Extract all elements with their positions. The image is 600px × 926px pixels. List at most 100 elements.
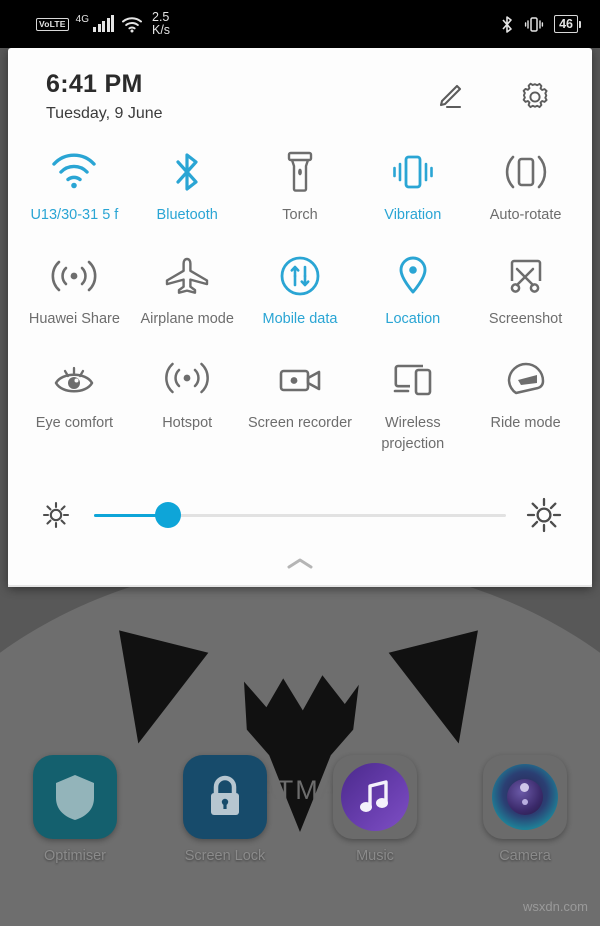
dock-app-camera[interactable]: Camera [450, 755, 600, 885]
optimiser-icon-tile[interactable] [33, 755, 117, 839]
tile-vibration[interactable]: Vibration [356, 143, 469, 247]
tile-auto-rotate[interactable]: Auto-rotate [469, 143, 582, 247]
airplane-icon-wrap [159, 253, 215, 299]
shield-icon [56, 775, 94, 820]
wifi-icon-wrap [46, 149, 102, 195]
screenshot-icon [510, 259, 541, 293]
camera-highlight-dot [520, 783, 529, 792]
panel-expand-handle[interactable] [8, 543, 592, 585]
hotspot-icon-wrap [159, 357, 215, 403]
brightness-high-button[interactable] [522, 497, 566, 533]
settings-button[interactable] [518, 80, 552, 114]
brightness-low-button[interactable] [34, 500, 78, 530]
panel-header-actions [432, 80, 552, 114]
bluetooth-icon [502, 15, 512, 33]
tile-label-wifi: U13/30-31 5 f [30, 207, 119, 223]
tile-wireless-projection[interactable]: Wireless projection [356, 351, 469, 471]
mobile-data-icon-wrap [272, 253, 328, 299]
dock-label-optimiser: Optimiser [43, 848, 107, 864]
torch-icon-wrap [272, 149, 328, 195]
dock-label-screen-lock: Screen Lock [184, 848, 266, 864]
tile-label-huawei-share: Huawei Share [28, 311, 120, 327]
bluetooth-icon [176, 153, 198, 191]
watermark: wsxdn.com [522, 899, 588, 914]
quick-settings-panel: 6:41 PM Tuesday, 9 June U13/30-31 5 f Bl… [8, 48, 592, 587]
tile-screenshot[interactable]: Screenshot [469, 247, 582, 351]
wireless-projection-icon [393, 364, 432, 396]
ride-mode-icon [507, 362, 544, 395]
tile-label-torch: Torch [282, 207, 318, 223]
tile-airplane-mode[interactable]: Airplane mode [131, 247, 244, 351]
torch-icon [287, 151, 313, 192]
dock-app-screen-lock[interactable]: Screen Lock [150, 755, 300, 885]
quick-tiles: U13/30-31 5 f Bluetooth Torch Vibration … [8, 127, 592, 471]
vibration-icon-wrap [385, 149, 441, 195]
tile-huawei-share[interactable]: Huawei Share [18, 247, 131, 351]
camera-icon-tile[interactable] [483, 755, 567, 839]
brightness-slider[interactable] [94, 502, 506, 528]
tile-row-2: Huawei Share Airplane mode Mobile data L… [18, 247, 582, 351]
brightness-row [8, 471, 592, 543]
pencil-edit-icon [439, 84, 462, 108]
brightness-low-icon [42, 501, 70, 529]
network-speed-value: 2.5 [152, 10, 170, 24]
huawei-share-icon-wrap [46, 253, 102, 299]
mobile-data-icon [280, 256, 320, 296]
tile-label-screen-recorder: Screen recorder [248, 415, 352, 431]
music-note-icon [360, 780, 388, 812]
eye-comfort-icon-wrap [46, 357, 102, 403]
panel-header: 6:41 PM Tuesday, 9 June [8, 48, 592, 127]
music-icon-tile[interactable] [333, 755, 417, 839]
network-speed: 2.5 K/s [152, 11, 170, 37]
dock-app-optimiser[interactable]: Optimiser [0, 755, 150, 885]
huawei-share-icon [52, 260, 97, 292]
auto-rotate-icon-wrap [498, 149, 554, 195]
tile-mobile-data[interactable]: Mobile data [244, 247, 357, 351]
tile-hotspot[interactable]: Hotspot [131, 351, 244, 471]
tile-eye-comfort[interactable]: Eye comfort [18, 351, 131, 471]
clock-block: 6:41 PM Tuesday, 9 June [46, 70, 432, 123]
screen-recorder-icon-wrap [272, 357, 328, 403]
dock-app-music[interactable]: Music [300, 755, 450, 885]
hotspot-icon [165, 362, 210, 394]
chevron-up-icon [287, 558, 313, 569]
battery-icon: 46 [554, 15, 581, 33]
vibration-icon [392, 155, 433, 189]
app-dock: Optimiser Screen Lock Music Camera [0, 755, 600, 885]
airplane-icon [165, 257, 209, 294]
camera-highlight-dot-small [522, 799, 528, 805]
tile-label-airplane-mode: Airplane mode [140, 311, 234, 327]
tile-ride-mode[interactable]: Ride mode [469, 351, 582, 471]
tile-label-mobile-data: Mobile data [262, 311, 338, 327]
clock-time: 6:41 PM [46, 70, 143, 98]
screen-lock-icon-tile[interactable] [183, 755, 267, 839]
auto-rotate-icon [505, 155, 546, 189]
camera-lens-icon [492, 764, 558, 830]
volte-icon: VoLTE [36, 17, 69, 31]
tile-torch[interactable]: Torch [244, 143, 357, 247]
wifi-icon [122, 16, 142, 32]
tile-label-auto-rotate: Auto-rotate [489, 207, 562, 223]
location-pin-icon [399, 256, 427, 294]
screenshot-icon-wrap [498, 253, 554, 299]
tile-label-hotspot: Hotspot [162, 415, 213, 431]
network-type-label: 4G [75, 13, 89, 25]
tile-row-3: Eye comfort Hotspot Screen recorder Wire… [18, 351, 582, 471]
tile-label-vibration: Vibration [384, 207, 442, 223]
tile-location[interactable]: Location [356, 247, 469, 351]
vibrate-icon [524, 16, 544, 32]
tile-screen-recorder[interactable]: Screen recorder [244, 351, 357, 471]
wireless-projection-icon-wrap [385, 357, 441, 403]
eye-comfort-icon [55, 366, 94, 393]
gear-icon [522, 82, 548, 108]
battery-percent: 46 [559, 17, 573, 31]
edit-button[interactable] [432, 80, 466, 114]
tile-wifi[interactable]: U13/30-31 5 f [18, 143, 131, 247]
tile-bluetooth[interactable]: Bluetooth [131, 143, 244, 247]
status-bar-right: 46 [500, 15, 581, 34]
network-speed-unit: K/s [152, 23, 171, 37]
lock-icon [211, 775, 239, 815]
tile-label-location: Location [385, 311, 441, 327]
brightness-slider-thumb[interactable] [155, 502, 182, 528]
dock-label-music: Music [356, 848, 394, 864]
